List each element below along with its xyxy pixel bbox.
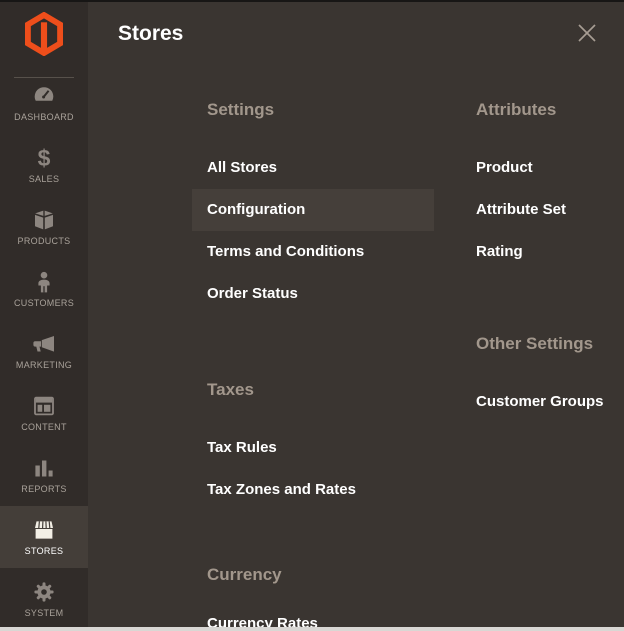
menu-item-customer-groups[interactable]: Customer Groups <box>461 381 624 423</box>
menu-item-order-status[interactable]: Order Status <box>192 273 434 315</box>
storefront-icon <box>32 518 56 542</box>
bottom-edge-line <box>0 627 624 631</box>
gear-icon <box>32 580 56 604</box>
sidebar-item-customers[interactable]: CUSTOMERS <box>0 258 88 320</box>
section-title: Taxes <box>207 379 434 401</box>
sidebar-item-label: REPORTS <box>21 484 66 494</box>
sidebar-item-label: SALES <box>29 174 60 184</box>
sidebar-item-label: DASHBOARD <box>14 112 74 122</box>
menu-item-tax-rules[interactable]: Tax Rules <box>192 427 434 469</box>
sidebar-item-marketing[interactable]: MARKETING <box>0 320 88 382</box>
sidebar-item-label: STORES <box>25 546 64 556</box>
menu-item-all-stores[interactable]: All Stores <box>192 147 434 189</box>
menu-item-product[interactable]: Product <box>461 147 624 189</box>
section-title: Attributes <box>476 99 624 121</box>
section-title: Currency <box>207 564 434 586</box>
stores-flyout-menu: Stores Settings All Stores Configuration… <box>88 0 624 631</box>
section-other-settings: Other Settings Customer Groups <box>461 333 624 423</box>
flyout-column-left: Settings All Stores Configuration Terms … <box>192 0 434 631</box>
sidebar-item-system[interactable]: SYSTEM <box>0 568 88 630</box>
dollar-icon: $ <box>32 146 56 170</box>
menu-item-tax-zones-and-rates[interactable]: Tax Zones and Rates <box>192 469 434 511</box>
bar-chart-icon <box>32 456 56 480</box>
svg-text:$: $ <box>38 146 51 170</box>
menu-item-rating[interactable]: Rating <box>461 231 624 273</box>
sidebar-item-label: SYSTEM <box>25 608 64 618</box>
sidebar-item-label: PRODUCTS <box>18 236 71 246</box>
sidebar-item-reports[interactable]: REPORTS <box>0 444 88 506</box>
section-title: Other Settings <box>476 333 624 355</box>
sidebar-nav: DASHBOARD $ SALES PRODUCTS <box>0 72 88 630</box>
sidebar-item-dashboard[interactable]: DASHBOARD <box>0 72 88 134</box>
magento-admin-screen: DASHBOARD $ SALES PRODUCTS <box>0 0 624 631</box>
box-icon <box>32 208 56 232</box>
menu-item-attribute-set[interactable]: Attribute Set <box>461 189 624 231</box>
sidebar-item-stores[interactable]: STORES <box>0 506 88 568</box>
section-taxes: Taxes Tax Rules Tax Zones and Rates <box>192 379 434 511</box>
magento-logo-icon <box>25 12 63 56</box>
flyout-title: Stores <box>118 21 183 47</box>
magento-logo[interactable] <box>0 12 88 56</box>
person-icon <box>32 270 56 294</box>
admin-sidebar: DASHBOARD $ SALES PRODUCTS <box>0 0 88 631</box>
sidebar-item-label: MARKETING <box>16 360 72 370</box>
gauge-icon <box>32 84 56 108</box>
sidebar-item-sales[interactable]: $ SALES <box>0 134 88 196</box>
sidebar-item-label: CONTENT <box>21 422 67 432</box>
sidebar-item-label: CUSTOMERS <box>14 298 74 308</box>
section-attributes: Attributes Product Attribute Set Rating <box>461 99 624 273</box>
section-currency: Currency Currency Rates <box>192 564 434 631</box>
menu-item-terms-and-conditions[interactable]: Terms and Conditions <box>192 231 434 273</box>
sidebar-item-products[interactable]: PRODUCTS <box>0 196 88 258</box>
flyout-column-right: Attributes Product Attribute Set Rating … <box>461 0 624 423</box>
top-edge-line <box>0 0 624 2</box>
section-settings: Settings All Stores Configuration Terms … <box>192 99 434 315</box>
megaphone-icon <box>32 332 56 356</box>
menu-item-configuration[interactable]: Configuration <box>192 189 434 231</box>
layout-icon <box>32 394 56 418</box>
section-title: Settings <box>207 99 434 121</box>
sidebar-item-content[interactable]: CONTENT <box>0 382 88 444</box>
